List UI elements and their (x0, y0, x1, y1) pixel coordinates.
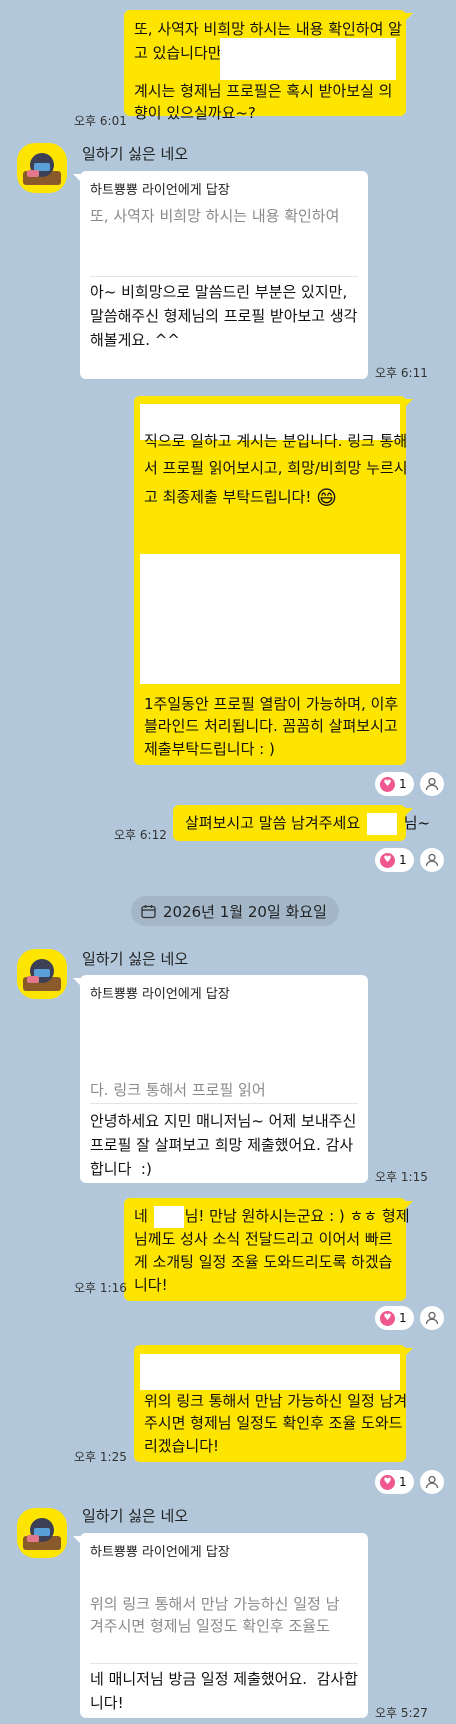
message-time: 오후 5:27 (375, 1706, 428, 1720)
message-time: 오후 6:11 (375, 366, 428, 380)
message-text: 직으로 일하고 계시는 분입니다. 링크 통해 (144, 432, 408, 450)
my-message-bubble[interactable]: 네 님! 만남 원하시는군요 : ) ㅎㅎ 형제 님께도 성사 소식 전달드리고… (124, 1198, 410, 1301)
message-text: 1주일동안 프로필 열람이 가능하며, 이후 (144, 695, 399, 713)
message-time: 오후 6:01 (74, 114, 127, 128)
message-time: 오후 6:12 (114, 828, 167, 842)
message-text: 주시면 형제님 일정도 확인후 조율 도와드 (144, 1414, 403, 1432)
redacted-block (153, 1205, 184, 1228)
heart-reaction[interactable]: ♥ 1 (375, 848, 414, 872)
bear-avatar-icon[interactable] (17, 1508, 67, 1558)
reply-header: 하트뿅뿅 라이언에게 답장 (90, 183, 230, 198)
message-text: 향이 있으실까요~? (134, 104, 256, 122)
sender-name: 일하기 싫은 네오 (82, 145, 189, 163)
reaction-count: 1 (399, 1311, 407, 1325)
quoted-text: 또, 사역자 비희망 하시는 내용 확인하여 (90, 207, 340, 225)
reply-message-bubble[interactable]: 하트뿅뿅 라이언에게 답장 위의 링크 통해서 만남 가능하신 일정 남겨주시면… (80, 1533, 368, 1718)
message-text: 안녕하세요 지민 매니저님~ 어제 보내주신 프로필 잘 살펴보고 희망 제출했… (90, 1112, 362, 1178)
heart-icon: ♥ (380, 776, 395, 792)
message-text: 블라인드 처리됩니다. 꼼꼼히 살펴보시고 (144, 717, 398, 735)
sender-name: 일하기 싫은 네오 (82, 1507, 189, 1525)
date-divider: 2026년 1월 20일 화요일 (131, 896, 339, 926)
person-icon[interactable] (420, 1470, 444, 1494)
message-text: 살펴보시고 말씀 남겨주세요 (185, 814, 361, 832)
person-icon[interactable] (420, 772, 444, 796)
my-message-bubble[interactable]: 또, 사역자 비희망 하시는 내용 확인하여 알 고 있습니다만 계시는 형제님… (124, 10, 406, 122)
person-icon[interactable] (420, 848, 444, 872)
message-text: 게 소개팅 일정 조율 도와드리도록 하겠습 (134, 1253, 393, 1271)
heart-reaction[interactable]: ♥ 1 (375, 772, 414, 796)
message-text: 니다! (134, 1276, 168, 1294)
message-text: 위의 링크 통해서 만남 가능하신 일정 남겨 (144, 1392, 408, 1410)
reply-header: 하트뿅뿅 라이언에게 답장 (90, 1545, 230, 1560)
quoted-text: 위의 링크 통해서 만남 가능하신 일정 남겨주시면 형제님 일정도 확인후 조… (90, 1595, 340, 1635)
heart-reaction[interactable]: ♥ 1 (375, 1306, 414, 1330)
reaction-count: 1 (399, 853, 407, 867)
message-text: 제출부탁드립니다 : ) (144, 740, 275, 758)
heart-reaction[interactable]: ♥ 1 (375, 1470, 414, 1494)
reply-message-bubble[interactable]: 하트뿅뿅 라이언에게 답장 또, 사역자 비희망 하시는 내용 확인하여 아~ … (80, 171, 368, 379)
quoted-text: 다. 링크 통해서 프로필 읽어 (90, 1081, 266, 1099)
calendar-icon (141, 904, 156, 919)
reply-message-bubble[interactable]: 하트뿅뿅 라이언에게 답장 다. 링크 통해서 프로필 읽어 안녕하세요 지민 … (80, 975, 368, 1183)
date-label: 2026년 1월 20일 화요일 (163, 902, 327, 921)
person-icon[interactable] (420, 1306, 444, 1330)
heart-icon: ♥ (380, 1310, 395, 1326)
redacted-block (366, 812, 397, 835)
message-text: 님께도 성사 소식 전달드리고 이어서 빠르 (134, 1230, 393, 1248)
message-text: 고 있습니다만 (134, 44, 222, 62)
reaction-count: 1 (399, 1475, 407, 1489)
sender-name: 일하기 싫은 네오 (82, 950, 189, 968)
redacted-block (140, 1354, 400, 1390)
reply-header: 하트뿅뿅 라이언에게 답장 (90, 987, 230, 1002)
my-message-bubble[interactable]: 위의 링크 통해서 만남 가능하신 일정 남겨 주시면 형제님 일정도 확인후 … (134, 1345, 408, 1462)
grinning-emoji-icon: 😄 (316, 485, 337, 510)
heart-icon: ♥ (380, 1474, 395, 1490)
message-time: 오후 1:25 (74, 1450, 127, 1464)
redacted-block (220, 38, 396, 80)
message-text: 아~ 비희망으로 말씀드린 부분은 있지만, 말씀해주신 형제님의 프로필 받아… (90, 283, 358, 349)
message-time: 오후 1:16 (74, 1281, 127, 1295)
heart-icon: ♥ (380, 852, 395, 868)
message-text: 서 프로필 읽어보시고, 희망/비희망 누르시 (144, 459, 408, 477)
my-message-bubble[interactable]: 직으로 일하고 계시는 분입니다. 링크 통해 서 프로필 읽어보시고, 희망/… (134, 396, 408, 765)
reaction-count: 1 (399, 777, 407, 791)
my-message-bubble[interactable]: 살펴보시고 말씀 남겨주세요 님~ (173, 805, 430, 841)
message-text: 고 최종제출 부탁드립니다! (144, 488, 312, 506)
bear-avatar-icon[interactable] (17, 949, 67, 999)
message-time: 오후 1:15 (375, 1170, 428, 1184)
message-text: 네 (134, 1207, 148, 1225)
redacted-block (140, 554, 400, 684)
message-text: 네 매니저님 방금 일정 제출했어요. 감사합니다! (90, 1670, 358, 1712)
message-text: 계시는 형제님 프로필은 혹시 받아보실 의 (134, 82, 393, 100)
message-text: 님! 만남 원하시는군요 : ) ㅎㅎ 형제 (184, 1207, 410, 1225)
bear-avatar-icon[interactable] (17, 143, 67, 193)
message-text: 리겠습니다! (144, 1437, 220, 1455)
